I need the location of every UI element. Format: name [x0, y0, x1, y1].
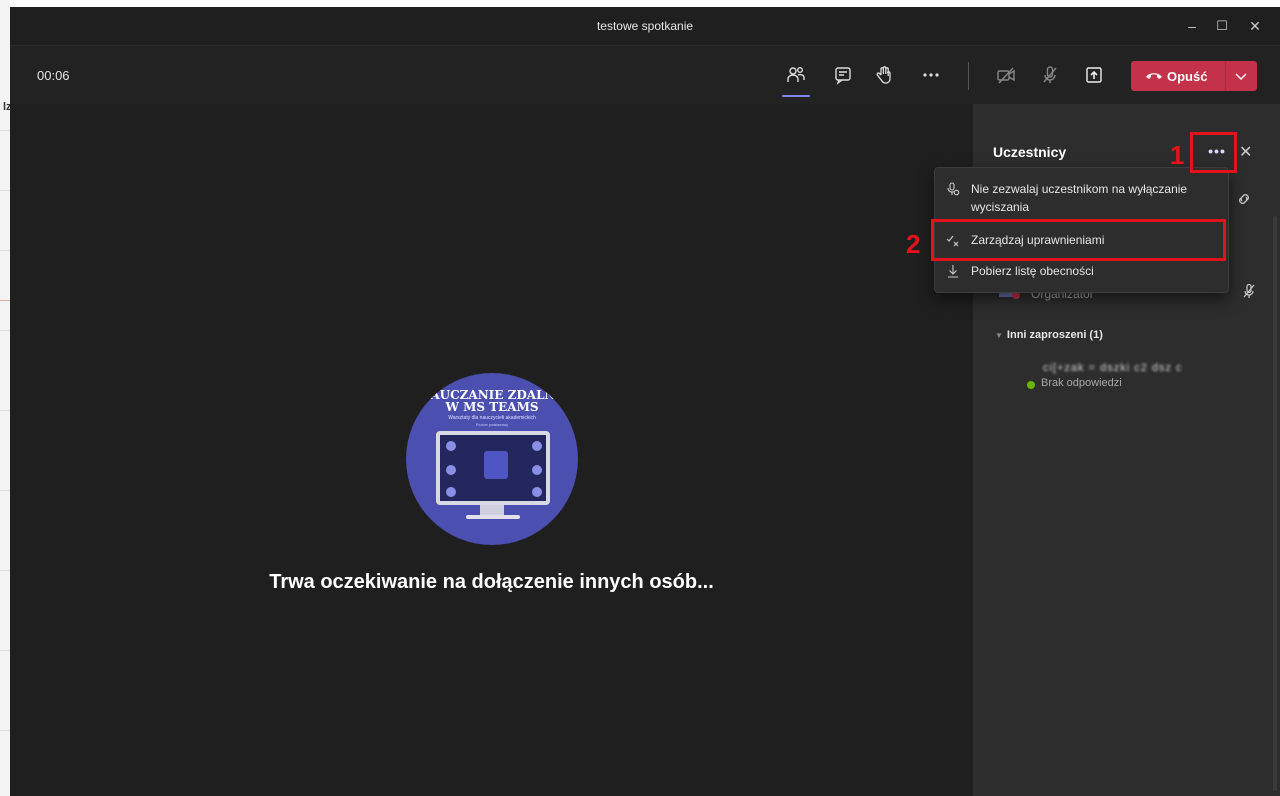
background-app-strip: lz [0, 0, 12, 796]
section-title: Inni zaproszeni (1) [1006, 329, 1103, 341]
leave-button[interactable]: Opuść [1131, 61, 1257, 91]
minimize-button[interactable]: – [1181, 15, 1203, 37]
mic-off-icon [1243, 283, 1255, 298]
participants-icon [787, 67, 805, 82]
active-tab-indicator [782, 95, 810, 97]
background-divider [0, 330, 10, 331]
meeting-stage: NAUCZANIE ZDALNE W MS TEAMS Warsztaty dl… [10, 104, 973, 796]
menu-item-label: Nie zezwalaj uczestnikom na wyłączanie w… [971, 182, 1188, 214]
leave-label: Opuść [1167, 68, 1208, 84]
chat-button[interactable] [830, 62, 856, 88]
mic-off-icon [1043, 66, 1057, 83]
download-icon [948, 265, 958, 278]
participants-button[interactable] [783, 62, 809, 88]
share-tray-button[interactable] [1081, 62, 1107, 88]
toolbar-divider [968, 62, 969, 90]
background-divider [0, 650, 10, 651]
available-status-icon [1027, 381, 1035, 389]
background-divider [0, 410, 10, 411]
invitee-status: Brak odpowiedzi [1041, 377, 1122, 389]
share-tray-icon [1086, 67, 1102, 83]
caret-down-icon: ▼ [995, 331, 1003, 340]
menu-item-download-attendance[interactable]: Pobierz listę obecności [935, 262, 1228, 280]
panel-scrollbar[interactable] [1273, 216, 1277, 791]
invited-section-header[interactable]: ▼ Inni zaproszeni (1) [995, 329, 1103, 341]
illustration-avatar [532, 441, 542, 451]
annotation-number-1: 1 [1170, 140, 1185, 170]
maximize-button[interactable]: ☐ [1211, 15, 1233, 37]
menu-item-label: Pobierz listę obecności [971, 264, 1094, 278]
invitee-name: ci[+zak = dszki c2 dsz c [1043, 362, 1183, 374]
illustration-avatar [446, 441, 456, 451]
teams-meeting-window: testowe spotkanie – ☐ ✕ 00:06 Opuść NAUC… [10, 7, 1280, 796]
menu-item-disallow-unmute[interactable]: Nie zezwalaj uczestnikom na wyłączanie w… [935, 180, 1228, 216]
camera-toggle-button[interactable] [993, 62, 1019, 88]
illustration-avatar [446, 465, 456, 475]
window-title: testowe spotkanie [596, 19, 694, 33]
poster-title-line2: W MS TEAMS [445, 400, 539, 414]
background-divider [0, 490, 10, 491]
background-divider [0, 570, 10, 571]
more-actions-icon [923, 73, 939, 77]
background-divider [0, 730, 10, 731]
hang-up-icon [1146, 73, 1162, 79]
waiting-message: Trwa oczekiwanie na dołączenie innych os… [269, 571, 714, 593]
illustration-avatar [446, 487, 456, 497]
illustration-avatar [532, 465, 542, 475]
illustration-avatar [532, 487, 542, 497]
share-invite-icon[interactable] [1235, 190, 1253, 208]
invitee-row[interactable]: ci[+zak = dszki c2 dsz c Brak odpowiedzi [1013, 360, 1253, 400]
camera-off-icon [997, 67, 1015, 84]
chat-icon [835, 67, 851, 85]
background-divider [0, 130, 10, 131]
annotation-box-step-2 [931, 219, 1226, 261]
title-bar: testowe spotkanie – ☐ ✕ [10, 7, 1280, 45]
poster-subtitle: Warsztaty dla nauczycieli akademickich [448, 415, 536, 421]
poster-level: Poziom podstawowy [476, 423, 508, 427]
background-divider [0, 190, 10, 191]
mic-lock-icon [947, 182, 960, 196]
annotation-box-step-1 [1190, 132, 1237, 173]
chevron-down-icon[interactable] [1231, 68, 1251, 84]
background-window-edge [0, 0, 1280, 7]
leave-divider [1225, 61, 1226, 91]
close-window-button[interactable]: ✕ [1244, 15, 1266, 37]
monitor-base [466, 515, 520, 519]
meeting-toolbar: 00:06 Opuść [10, 45, 1280, 104]
close-panel-button[interactable]: ✕ [1239, 142, 1252, 162]
raise-hand-button[interactable] [872, 62, 898, 88]
monitor-illustration [436, 431, 550, 505]
meeting-poster-image: NAUCZANIE ZDALNE W MS TEAMS Warsztaty dl… [406, 373, 578, 545]
teams-logo-icon [484, 451, 508, 479]
meeting-timer: 00:06 [37, 68, 70, 83]
annotation-number-2: 2 [906, 229, 921, 259]
more-actions-button[interactable] [918, 62, 944, 88]
panel-title: Uczestnicy [993, 144, 1067, 160]
background-divider [0, 300, 10, 301]
mic-toggle-button[interactable] [1037, 62, 1063, 88]
raise-hand-icon [876, 66, 891, 84]
background-divider [0, 250, 10, 251]
